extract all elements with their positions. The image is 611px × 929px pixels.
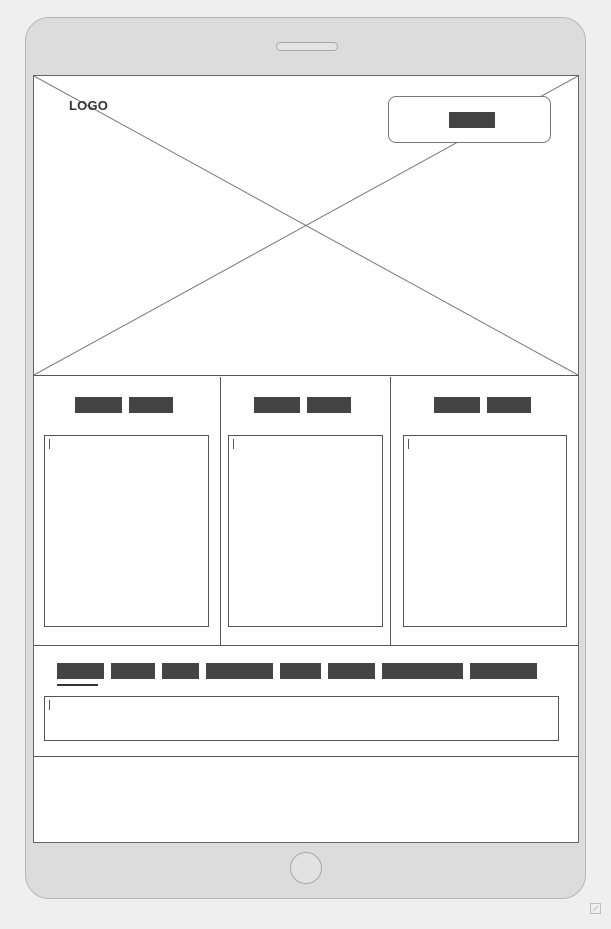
logo: LOGO <box>69 98 109 113</box>
tab-6[interactable] <box>328 663 375 679</box>
screen: LOGO <box>33 75 579 843</box>
tab-7[interactable] <box>382 663 463 679</box>
column-2-tab-1[interactable] <box>254 397 300 413</box>
speaker-slot <box>276 42 338 51</box>
column-1-text-area[interactable] <box>44 435 209 627</box>
text-cursor <box>408 439 409 449</box>
header-action-box <box>388 96 551 143</box>
footer-area <box>34 757 578 842</box>
tabbed-section <box>34 645 578 757</box>
header-action-button[interactable] <box>449 112 495 128</box>
three-column-section <box>34 377 578 645</box>
home-button[interactable] <box>290 852 322 884</box>
column-3-tab-1[interactable] <box>434 397 480 413</box>
tab-2[interactable] <box>111 663 155 679</box>
column-3-text-area[interactable] <box>403 435 567 627</box>
text-cursor <box>49 439 50 449</box>
tab-8[interactable] <box>470 663 537 679</box>
tab-5[interactable] <box>280 663 321 679</box>
text-cursor <box>49 700 50 710</box>
column-3-tab-2[interactable] <box>487 397 531 413</box>
tab-1[interactable] <box>57 663 104 679</box>
tab-3[interactable] <box>162 663 199 679</box>
text-cursor <box>233 439 234 449</box>
active-tab-indicator <box>57 684 98 686</box>
column-3 <box>391 377 578 645</box>
column-2-text-area[interactable] <box>228 435 383 627</box>
tab-4[interactable] <box>206 663 273 679</box>
column-2 <box>221 377 391 645</box>
tab-content-text-area[interactable] <box>44 696 559 741</box>
column-1-tab-1[interactable] <box>75 397 122 413</box>
column-2-tab-2[interactable] <box>307 397 351 413</box>
column-1 <box>34 377 221 645</box>
column-1-tab-2[interactable] <box>129 397 173 413</box>
resize-icon[interactable] <box>590 903 601 914</box>
hero-image-placeholder: LOGO <box>34 76 578 376</box>
